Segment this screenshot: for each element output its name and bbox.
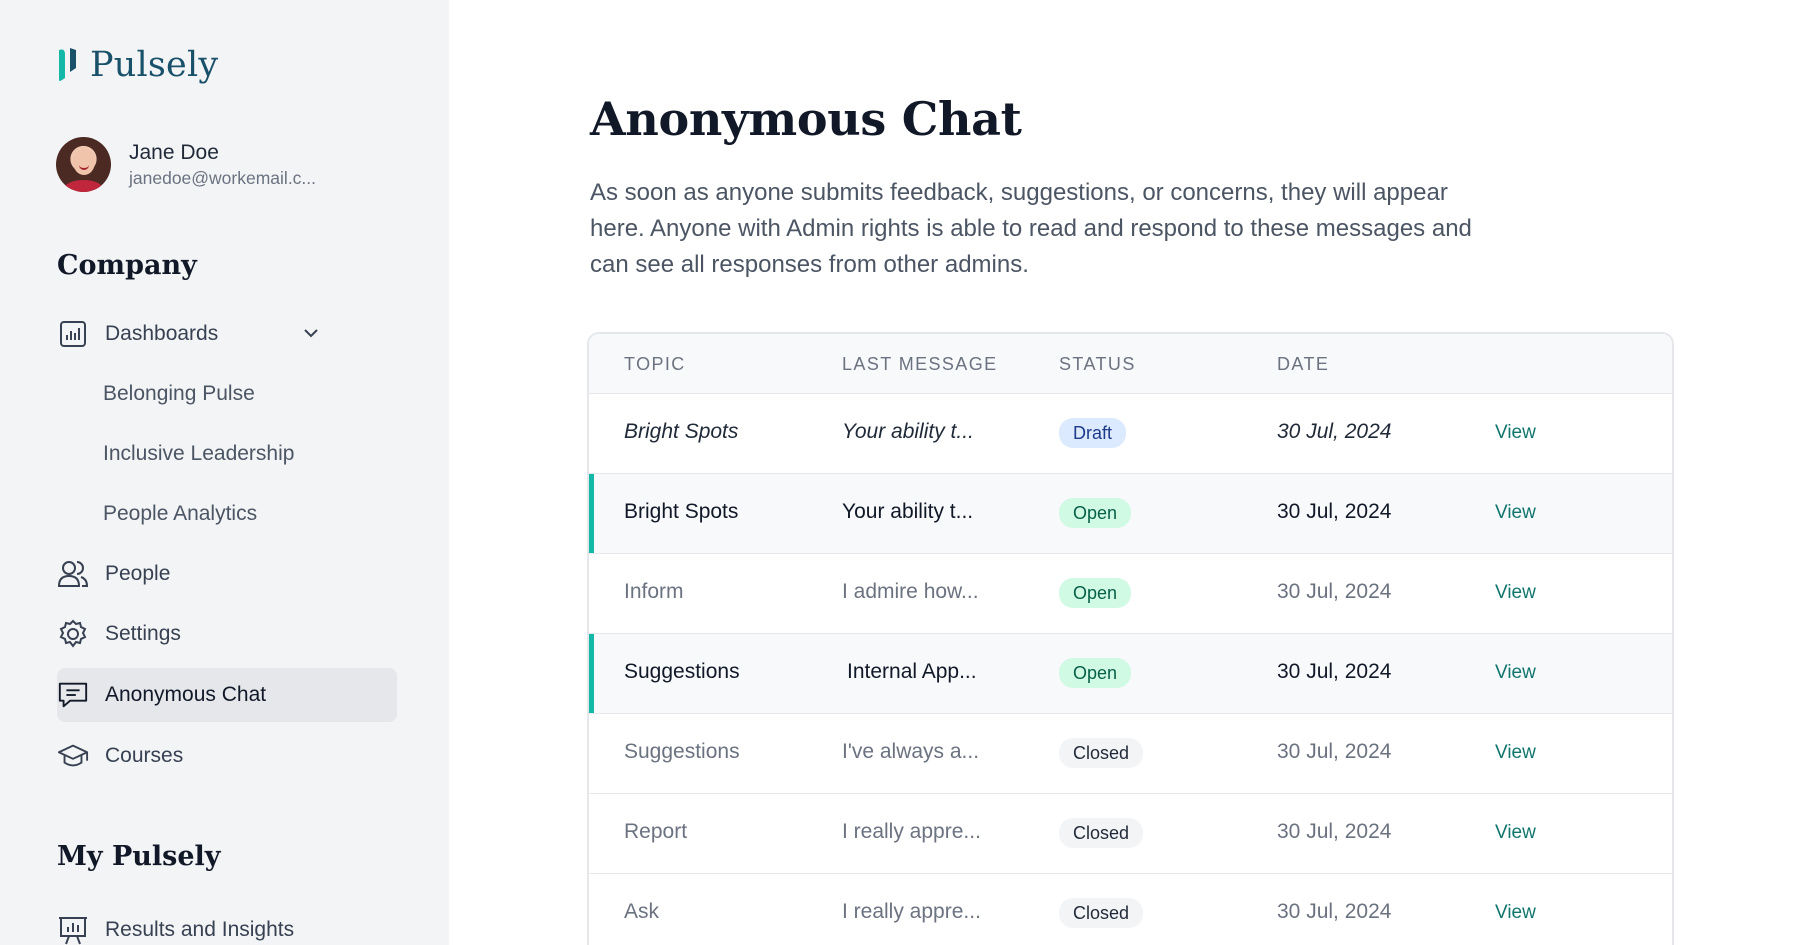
user-profile[interactable]: Jane Doe janedoe@workemail.c... [56,137,316,192]
sidebar-item-label: People [105,562,171,585]
cell-date: 30 Jul, 2024 [1277,660,1392,683]
column-header-date[interactable]: DATE [1277,354,1329,375]
sidebar-item-courses[interactable]: Courses [57,738,183,774]
cell-topic: Bright Spots [624,420,739,443]
table-row[interactable]: Suggestions Internal App... Open 30 Jul,… [589,634,1672,714]
status-badge: Closed [1059,738,1144,768]
sidebar-item-settings[interactable]: Settings [57,616,181,652]
column-header-last-message[interactable]: LAST MESSAGE [842,354,998,375]
cell-last-message: Internal App... [847,660,977,683]
cell-last-message: I really appre... [842,820,981,843]
view-link[interactable]: View [1495,502,1536,524]
sidebar-item-results-insights[interactable]: Results and Insights [57,912,294,945]
sidebar-item-dashboards[interactable]: Dashboards [57,316,327,352]
table-row[interactable]: Ask I really appre... Closed 30 Jul, 202… [589,874,1672,945]
cell-date: 30 Jul, 2024 [1277,420,1392,443]
user-email: janedoe@workemail.c... [129,167,317,188]
sidebar-item-belonging-pulse[interactable]: Belonging Pulse [103,382,255,406]
sidebar-item-label: Results and Insights [105,918,295,941]
column-header-topic[interactable]: TOPIC [624,354,686,375]
view-link[interactable]: View [1495,422,1536,444]
brand-name: Pulsely [90,45,219,85]
table-row[interactable]: Suggestions I've always a... Closed 30 J… [589,714,1672,794]
graduation-cap-icon [57,740,89,772]
table-row[interactable]: Report I really appre... Closed 30 Jul, … [589,794,1672,874]
view-link[interactable]: View [1495,902,1536,924]
chat-table: TOPIC LAST MESSAGE STATUS DATE Bright Sp… [587,332,1674,945]
chat-icon [57,679,89,711]
cell-last-message: I really appre... [842,900,981,923]
sidebar-item-label: Anonymous Chat [105,683,267,706]
table-row[interactable]: Bright Spots Your ability t... Open 30 J… [589,474,1672,554]
column-header-status[interactable]: STATUS [1059,354,1136,375]
cell-topic: Inform [624,580,684,603]
cell-topic: Bright Spots [624,500,739,523]
view-link[interactable]: View [1495,662,1536,684]
sidebar: Pulsely Jane Doe janedoe@workemail.c... … [0,0,449,945]
cell-date: 30 Jul, 2024 [1277,820,1392,843]
section-title-company: Company [57,250,197,281]
sidebar-item-label: Settings [105,622,181,645]
cell-date: 30 Jul, 2024 [1277,740,1392,763]
view-link[interactable]: View [1495,742,1536,764]
cell-date: 30 Jul, 2024 [1277,500,1392,523]
cell-last-message: I've always a... [842,740,980,763]
cell-topic: Ask [624,900,660,923]
users-icon [57,558,89,590]
chevron-down-icon[interactable] [300,322,322,350]
status-badge: Open [1059,498,1132,528]
sidebar-item-label: Dashboards [105,322,219,345]
table-row[interactable]: Bright Spots Your ability t... Draft 30 … [589,394,1672,474]
cell-topic: Report [624,820,688,843]
status-badge: Open [1059,658,1132,688]
pulsely-logo-icon [59,48,76,81]
sidebar-item-people-analytics[interactable]: People Analytics [103,502,257,526]
presentation-chart-icon [57,914,89,945]
table-row[interactable]: Inform I admire how... Open 30 Jul, 2024… [589,554,1672,634]
cell-last-message: Your ability t... [842,500,974,523]
status-badge: Closed [1059,898,1144,928]
view-link[interactable]: View [1495,822,1536,844]
cell-date: 30 Jul, 2024 [1277,580,1392,603]
page-description: As soon as anyone submits feedback, sugg… [590,179,1472,278]
cell-date: 30 Jul, 2024 [1277,900,1392,923]
page-title: Anonymous Chat [590,92,1022,146]
cell-topic: Suggestions [624,660,740,683]
gear-icon [57,618,89,650]
status-badge: Closed [1059,818,1144,848]
brand-logo[interactable]: Pulsely [56,45,218,85]
sidebar-item-people[interactable]: People [57,556,170,592]
cell-last-message: Your ability t... [842,420,974,443]
cell-topic: Suggestions [624,740,740,763]
sidebar-item-inclusive-leadership[interactable]: Inclusive Leadership [103,442,294,466]
user-name: Jane Doe [129,140,219,164]
avatar [56,137,111,192]
table-header: TOPIC LAST MESSAGE STATUS DATE [589,334,1672,394]
view-link[interactable]: View [1495,582,1536,604]
sidebar-item-anonymous-chat[interactable]: Anonymous Chat [57,677,266,713]
bar-chart-icon [57,318,89,350]
sidebar-item-label: Courses [105,744,184,767]
status-badge: Draft [1059,418,1127,448]
cell-last-message: I admire how... [842,580,979,603]
status-badge: Open [1059,578,1132,608]
section-title-my-pulsely: My Pulsely [57,841,221,872]
